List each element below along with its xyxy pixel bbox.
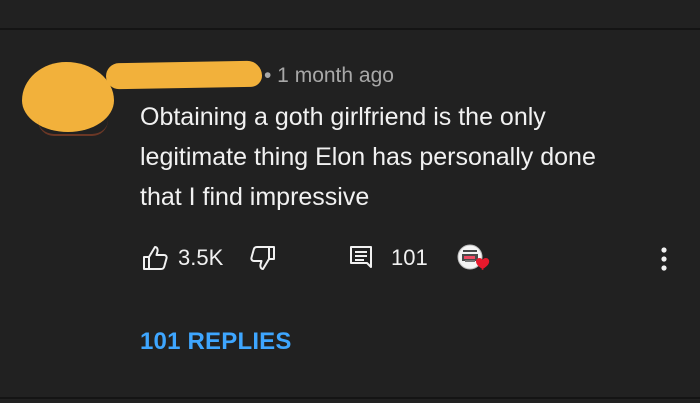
dislike-button[interactable] (248, 239, 278, 277)
comment-text: Obtaining a goth girlfriend is the only … (140, 97, 640, 217)
comment-line-2: legitimate thing Elon has personally don… (140, 143, 596, 171)
comment-icon (347, 243, 375, 273)
bottom-divider (0, 397, 700, 399)
reply-count: 101 (391, 245, 428, 270)
view-replies-link[interactable]: 101 REPLIES (140, 325, 292, 359)
thumbs-down-icon (248, 243, 278, 273)
comment-timestamp: • 1 month ago (264, 64, 394, 87)
more-options-button[interactable] (652, 243, 676, 275)
comment-line-3: that I find impressive (140, 183, 370, 211)
comment-line-1: Obtaining a goth girlfriend is the only (140, 103, 546, 131)
like-count: 3.5K (178, 245, 224, 270)
thumbs-up-icon (140, 243, 170, 273)
comment-actions: 3.5K 101 (140, 239, 680, 277)
avatar-edge-mark (38, 120, 108, 136)
more-vertical-icon (661, 247, 667, 271)
redacted-author-name (105, 60, 263, 90)
top-divider (0, 28, 700, 30)
creator-heart-badge (455, 243, 493, 275)
comment-screen: • 1 month ago Obtaining a goth girlfrien… (0, 0, 700, 403)
like-button[interactable]: 3.5K (140, 239, 223, 277)
reply-button[interactable]: 101 (347, 239, 428, 277)
creator-heart-icon (457, 244, 490, 270)
